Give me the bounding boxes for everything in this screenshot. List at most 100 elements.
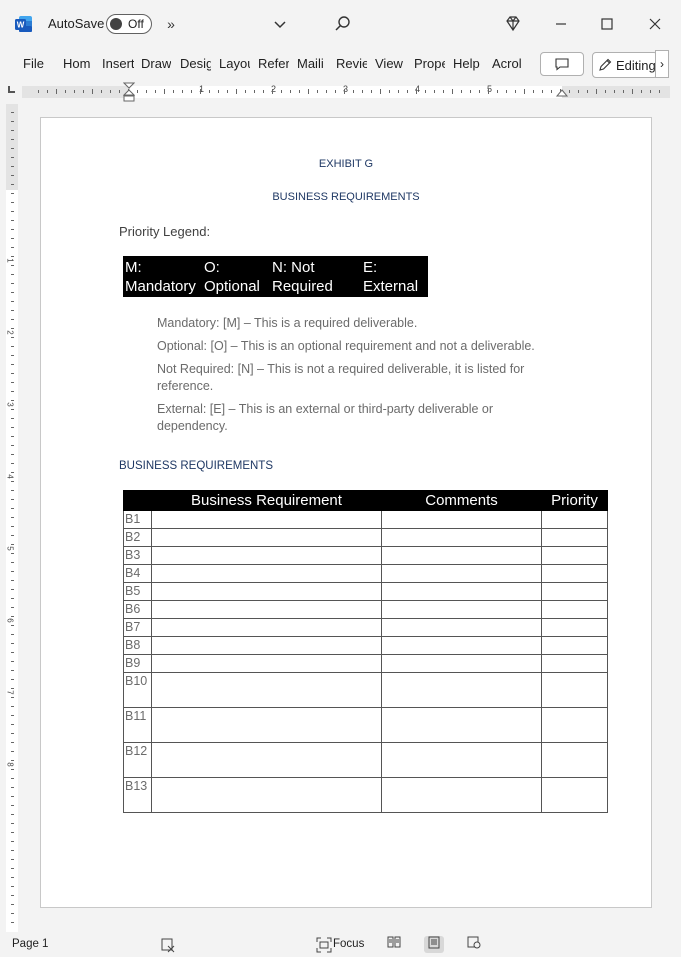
ruler-tick (11, 904, 14, 905)
cell-id[interactable]: B8 (123, 636, 152, 655)
cell-priority[interactable] (541, 546, 608, 565)
cell-id[interactable]: B13 (123, 777, 152, 813)
cell-priority[interactable] (541, 582, 608, 601)
cell-comments[interactable] (381, 582, 542, 601)
tab-properties[interactable]: Prope (414, 56, 445, 71)
legend-cell-external: E: External (363, 258, 418, 296)
tab-file[interactable]: File (23, 56, 44, 71)
cell-priority[interactable] (541, 777, 608, 813)
cell-comments[interactable] (381, 654, 542, 673)
autosave-toggle[interactable]: Off (106, 14, 152, 34)
chevron-right-icon[interactable]: › (655, 50, 669, 78)
document-subtitle: BUSINESS REQUIREMENTS (272, 191, 420, 203)
cell-id[interactable]: B12 (123, 742, 152, 778)
cell-comments[interactable] (381, 600, 542, 619)
cell-requirement[interactable] (151, 777, 382, 813)
cell-id[interactable]: B11 (123, 707, 152, 743)
tab-draw[interactable]: Draw (141, 56, 171, 71)
cell-comments[interactable] (381, 777, 542, 813)
focus-label[interactable]: Focus (333, 938, 364, 950)
cell-requirement[interactable] (151, 546, 382, 565)
tab-references[interactable]: Refer (258, 56, 289, 71)
tab-design[interactable]: Desig (180, 56, 211, 71)
cell-priority[interactable] (541, 672, 608, 708)
editing-mode-button[interactable]: Editing (592, 52, 658, 78)
cell-id[interactable]: B1 (123, 510, 152, 529)
cell-requirement[interactable] (151, 672, 382, 708)
cell-requirement[interactable] (151, 564, 382, 583)
tab-selector-icon[interactable] (8, 86, 15, 93)
cell-requirement[interactable] (151, 707, 382, 743)
cell-comments[interactable] (381, 636, 542, 655)
tab-acrobat[interactable]: Acrol (492, 56, 523, 71)
print-layout-icon[interactable] (424, 936, 444, 953)
ruler-tick (362, 90, 363, 93)
cell-requirement[interactable] (151, 618, 382, 637)
cell-priority[interactable] (541, 654, 608, 673)
cell-requirement[interactable] (151, 510, 382, 529)
cell-requirement[interactable] (151, 582, 382, 601)
cell-id[interactable]: B5 (123, 582, 152, 601)
section-heading: BUSINESS REQUIREMENTS (119, 460, 273, 472)
minimize-icon[interactable] (549, 12, 573, 36)
cell-comments[interactable] (381, 618, 542, 637)
focus-icon[interactable] (316, 937, 332, 953)
diamond-icon[interactable] (501, 12, 525, 36)
web-layout-icon[interactable] (464, 936, 484, 953)
cell-comments[interactable] (381, 742, 542, 778)
cell-id[interactable]: B7 (123, 618, 152, 637)
close-icon[interactable] (643, 12, 667, 36)
cell-priority[interactable] (541, 564, 608, 583)
cell-priority[interactable] (541, 636, 608, 655)
tab-layout[interactable]: Layou (219, 56, 250, 71)
cell-priority[interactable] (541, 707, 608, 743)
tab-review[interactable]: Revie (336, 56, 367, 71)
cell-id[interactable]: B9 (123, 654, 152, 673)
tab-view[interactable]: View (375, 56, 403, 71)
ruler-tick (11, 697, 14, 698)
maximize-icon[interactable] (595, 12, 619, 36)
cell-priority[interactable] (541, 618, 608, 637)
tab-insert[interactable]: Insert (102, 56, 134, 71)
cell-id[interactable]: B6 (123, 600, 152, 619)
page-indicator[interactable]: Page 1 (12, 938, 48, 950)
cell-priority[interactable] (541, 742, 608, 778)
ruler-tick (11, 301, 14, 302)
search-icon[interactable] (330, 12, 354, 36)
document-page[interactable]: EXHIBIT G BUSINESS REQUIREMENTS Priority… (40, 117, 652, 908)
table-row: B13 (123, 777, 608, 813)
horizontal-ruler[interactable]: 1 2 3 4 5 (0, 80, 681, 102)
ruler-tick (533, 90, 534, 93)
cell-id[interactable]: B2 (123, 528, 152, 547)
cell-requirement[interactable] (151, 742, 382, 778)
proofing-icon[interactable] (160, 937, 176, 953)
right-indent-marker-icon[interactable] (556, 89, 568, 99)
cell-comments[interactable] (381, 546, 542, 565)
definition-optional: Optional: [O] – This is an optional requ… (157, 339, 535, 353)
chevron-double-right-icon[interactable]: » (159, 12, 183, 36)
cell-id[interactable]: B3 (123, 546, 152, 565)
svg-text:W: W (17, 21, 25, 30)
read-mode-icon[interactable] (384, 936, 404, 953)
tab-help[interactable]: Help (453, 56, 480, 71)
cell-requirement[interactable] (151, 528, 382, 547)
cell-requirement[interactable] (151, 600, 382, 619)
ruler-tick (146, 90, 147, 93)
cell-id[interactable]: B10 (123, 672, 152, 708)
comments-button[interactable] (540, 52, 584, 76)
cell-priority[interactable] (541, 510, 608, 529)
indent-marker-icon[interactable] (123, 82, 135, 102)
cell-priority[interactable] (541, 528, 608, 547)
cell-id[interactable]: B4 (123, 564, 152, 583)
tab-mailings[interactable]: Maili (297, 56, 328, 71)
chevron-down-icon[interactable] (268, 12, 292, 36)
cell-comments[interactable] (381, 707, 542, 743)
cell-comments[interactable] (381, 672, 542, 708)
cell-requirement[interactable] (151, 654, 382, 673)
cell-comments[interactable] (381, 564, 542, 583)
cell-comments[interactable] (381, 528, 542, 547)
cell-priority[interactable] (541, 600, 608, 619)
tab-home[interactable]: Hom (63, 56, 95, 71)
cell-requirement[interactable] (151, 636, 382, 655)
cell-comments[interactable] (381, 510, 542, 529)
